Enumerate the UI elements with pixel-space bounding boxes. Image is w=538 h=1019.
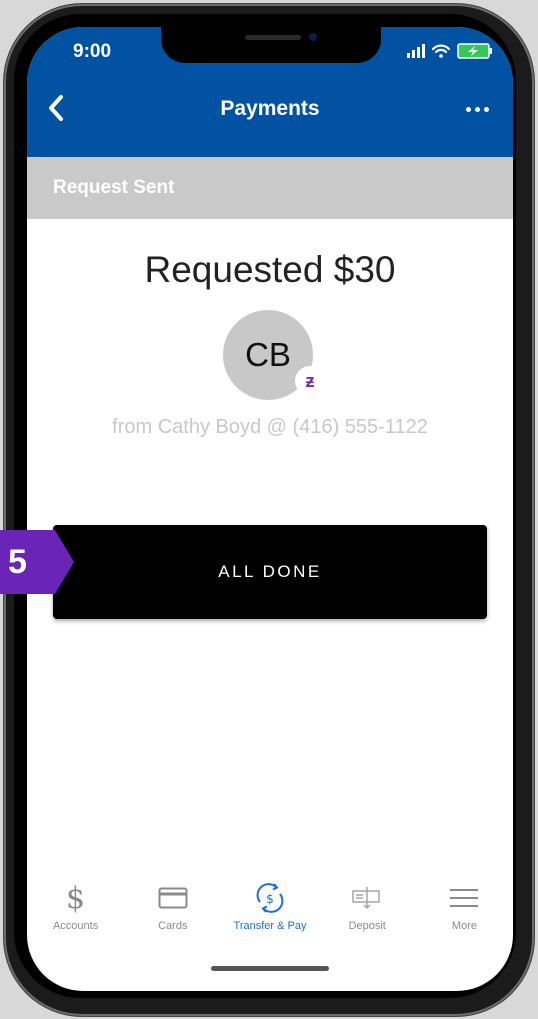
dollar-icon: $: [66, 880, 86, 916]
recipient-details: from Cathy Boyd @ (416) 555-1122: [112, 416, 428, 438]
tab-label: Accounts: [52, 920, 99, 932]
battery-icon: [457, 43, 492, 59]
tab-label: Cards: [158, 920, 188, 932]
tab-label: More: [451, 920, 477, 932]
signal-icon: [407, 44, 425, 58]
tab-label: Transfer & Pay: [233, 920, 307, 932]
more-options-icon[interactable]: [466, 99, 489, 119]
page-title: Payments: [220, 97, 320, 120]
phone-screen: 9:00 Payments Request Sent Requested $30…: [27, 27, 513, 991]
transfer-pay-icon: $: [256, 883, 284, 913]
status-time: 9:00: [73, 41, 112, 62]
speaker-grille: [245, 35, 301, 40]
zelle-badge-icon: ƶ: [295, 366, 325, 396]
card-icon: [158, 887, 188, 909]
tab-transfer-pay[interactable]: $ Transfer & Pay: [221, 882, 318, 942]
tab-deposit[interactable]: Deposit: [319, 882, 416, 942]
requested-amount-heading: Requested $30: [144, 249, 396, 290]
tab-more[interactable]: More: [416, 882, 513, 942]
phone-notch: [161, 27, 381, 63]
header-bar: 9:00 Payments: [27, 27, 513, 157]
front-camera: [309, 33, 317, 41]
tab-cards[interactable]: Cards: [124, 882, 221, 942]
svg-text:$: $: [266, 892, 274, 906]
deposit-icon: [352, 887, 380, 910]
tab-label: Deposit: [348, 920, 386, 932]
all-done-button[interactable]: ALL DONE: [53, 525, 487, 619]
menu-icon: [450, 889, 479, 907]
bottom-tab-bar: $ Accounts Cards $ Transfer & Pay Deposi…: [27, 880, 513, 942]
status-icons: [407, 43, 493, 59]
tab-accounts[interactable]: $ Accounts: [27, 880, 124, 942]
home-indicator[interactable]: [211, 966, 329, 971]
request-sent-banner: Request Sent: [27, 157, 513, 219]
wifi-icon: [432, 44, 450, 58]
